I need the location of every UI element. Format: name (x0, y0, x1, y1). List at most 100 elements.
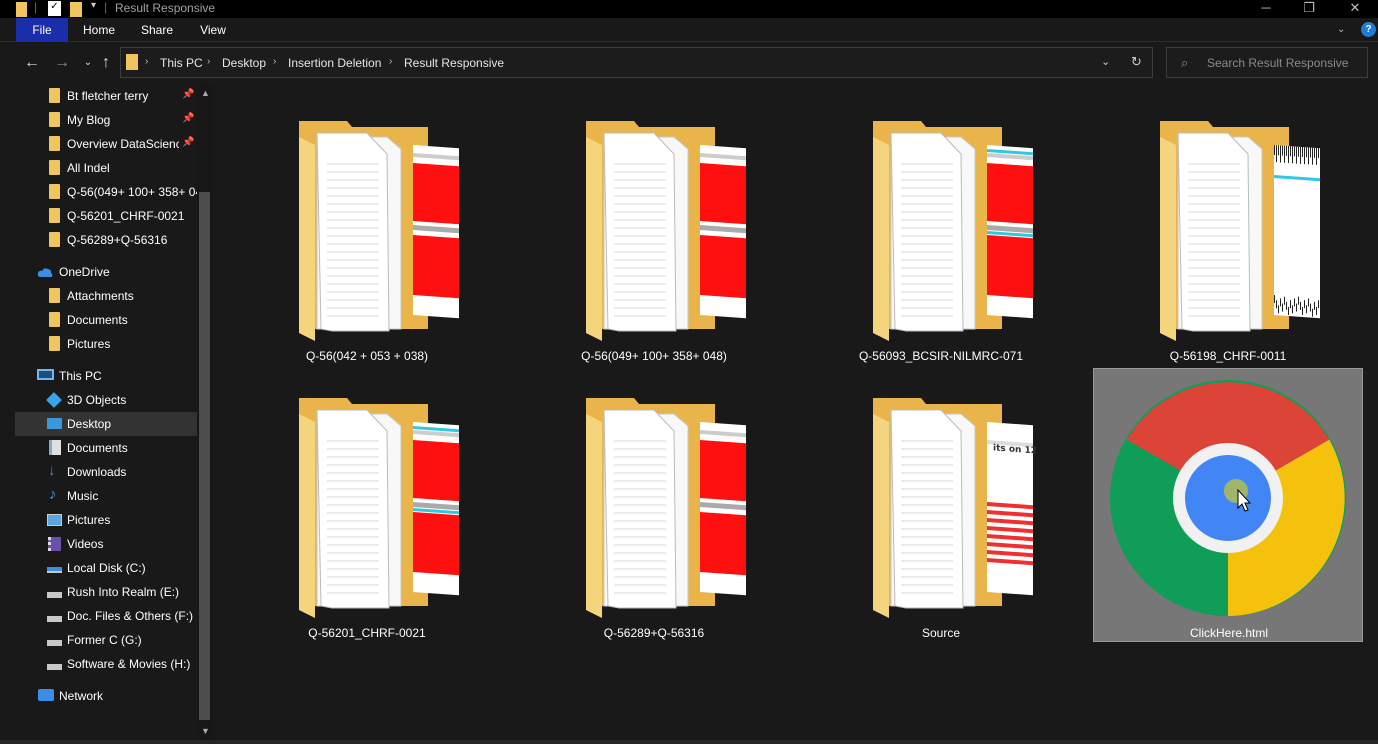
sidebar-item-this-pc[interactable]: This PC (15, 364, 197, 388)
pin-icon: 📌 (182, 137, 195, 148)
sidebar-item-label: Pictures (67, 337, 111, 351)
sidebar-item-3d-objects[interactable]: 3D Objects (15, 388, 197, 412)
expand-ribbon-icon[interactable]: ⌄ (1337, 24, 1345, 35)
sidebar-item-documents[interactable]: Documents (15, 436, 197, 460)
sidebar-item-q56201[interactable]: Q-56201_CHRF-0021 (15, 204, 197, 228)
sidebar-item-drive-e[interactable]: Rush Into Realm (E:) (15, 580, 197, 604)
folder-icon (49, 232, 60, 247)
sidebar-item-onedrive-documents[interactable]: Documents (15, 308, 197, 332)
folder-icon (49, 312, 60, 327)
crumb-result-responsive[interactable]: Result Responsive (404, 56, 504, 70)
sidebar-item-network[interactable]: Network (15, 684, 197, 708)
computer-icon (37, 369, 54, 380)
sidebar-item-overview-datascience[interactable]: Overview DataScience 📌 (15, 132, 197, 156)
search-input[interactable]: ⌕ Search Result Responsive (1166, 47, 1368, 78)
sidebar-item-label: Q-56289+Q-56316 (67, 233, 168, 247)
recent-locations-button[interactable]: ⌄ (78, 53, 98, 73)
ribbon: File Home Share View ⌄ ? (0, 18, 1378, 42)
sidebar-item-label: Documents (67, 441, 128, 455)
chevron-right-icon[interactable]: › (389, 56, 392, 67)
sidebar-item-drive-h[interactable]: Software & Movies (H:) (15, 652, 197, 676)
folder-icon (16, 2, 27, 17)
html-file-item[interactable]: ClickHere.html (1093, 368, 1363, 642)
address-dropdown-icon[interactable]: ⌄ (1101, 55, 1110, 68)
folder-item[interactable]: its on 12 s Source (806, 361, 1076, 640)
folder-item[interactable]: Q-56198_CHRF-0011 (1093, 84, 1363, 363)
refresh-icon[interactable]: ↻ (1131, 54, 1142, 70)
tab-file[interactable]: File (16, 18, 68, 42)
sidebar-item-pictures[interactable]: Pictures (15, 508, 197, 532)
sidebar-item-desktop[interactable]: Desktop (15, 412, 197, 436)
folder-item[interactable]: Q-56(049+ 100+ 358+ 048) (519, 84, 789, 363)
folder-icon (873, 121, 1033, 341)
drive-icon (47, 567, 62, 573)
sidebar-item-my-blog[interactable]: My Blog 📌 (15, 108, 197, 132)
desktop-icon (47, 418, 62, 429)
download-icon: ↓ (48, 462, 56, 479)
tab-view[interactable]: View (192, 18, 234, 42)
sidebar-item-bt-fletcher-terry[interactable]: Bt fletcher terry 📌 (15, 84, 197, 108)
scroll-up-icon[interactable]: ▲ (201, 88, 210, 98)
tab-home[interactable]: Home (78, 18, 120, 42)
customize-toolbar-icon[interactable]: ▾ (91, 0, 96, 15)
folder-icon (49, 336, 60, 351)
sidebar-item-label: My Blog (67, 113, 111, 127)
sidebar-item-local-disk-c[interactable]: Local Disk (C:) (15, 556, 197, 580)
scroll-down-icon[interactable]: ▼ (201, 726, 210, 736)
search-placeholder: Search Result Responsive (1207, 56, 1349, 70)
crumb-desktop[interactable]: Desktop (222, 56, 266, 70)
forward-button[interactable]: → (52, 53, 72, 73)
sidebar-item-label: Documents (67, 313, 128, 327)
chevron-right-icon[interactable]: › (145, 56, 148, 67)
folder-item[interactable]: Q-56(042 + 053 + 038) (232, 84, 502, 363)
sidebar-scrollbar[interactable]: ▲ ▼ (197, 84, 213, 740)
back-button[interactable]: ← (22, 53, 42, 73)
sidebar-item-onedrive[interactable]: OneDrive (15, 260, 197, 284)
new-folder-icon[interactable] (70, 2, 82, 17)
close-button[interactable]: ✕ (1332, 0, 1378, 18)
folder-item[interactable]: Q-56093_BCSIR-NILMRC-071 (806, 84, 1076, 363)
sidebar-item-label: Former C (G:) (67, 633, 142, 647)
crumb-insertion-deletion[interactable]: Insertion Deletion (288, 56, 381, 70)
scrollbar-thumb[interactable] (199, 192, 210, 720)
sidebar-item-label: Q-56201_CHRF-0021 (67, 209, 185, 223)
sidebar-item-music[interactable]: ♪ Music (15, 484, 197, 508)
sidebar-item-label: Local Disk (C:) (67, 561, 146, 575)
chevron-right-icon[interactable]: › (273, 56, 276, 67)
minimize-button[interactable]: ─ (1243, 0, 1289, 18)
sidebar-item-drive-f[interactable]: Doc. Files & Others (F:) (15, 604, 197, 628)
folder-icon (299, 398, 459, 618)
chevron-right-icon[interactable]: › (207, 56, 210, 67)
pictures-icon (47, 514, 62, 526)
folder-icon: its on 12 s (873, 398, 1036, 618)
folder-icon (299, 121, 459, 341)
properties-icon[interactable]: ✓ (48, 1, 61, 16)
sidebar-item-onedrive-pictures[interactable]: Pictures (15, 332, 197, 356)
tab-share[interactable]: Share (136, 18, 178, 42)
item-name: Source (921, 626, 961, 640)
sidebar-item-q56289[interactable]: Q-56289+Q-56316 (15, 228, 197, 252)
sidebar-item-label: OneDrive (59, 265, 110, 279)
folder-icon (49, 88, 60, 103)
folder-icon (126, 54, 138, 70)
help-icon[interactable]: ? (1361, 22, 1376, 37)
item-name: Q-56201_CHRF-0021 (308, 626, 426, 640)
folder-icon (49, 184, 60, 199)
sidebar-item-drive-g[interactable]: Former C (G:) (15, 628, 197, 652)
sidebar-item-attachments[interactable]: Attachments (15, 284, 197, 308)
address-bar[interactable]: › This PC › Desktop › Insertion Deletion… (120, 47, 1153, 78)
drive-icon (47, 640, 62, 646)
sidebar-item-label: Rush Into Realm (E:) (67, 585, 180, 599)
restore-button[interactable]: ❐ (1286, 0, 1332, 18)
sidebar-item-q56-049[interactable]: Q-56(049+ 100+ 358+ 04 (15, 180, 197, 204)
sidebar-item-downloads[interactable]: ↓ Downloads (15, 460, 197, 484)
item-name: Q-56198_CHRF-0011 (1169, 349, 1287, 363)
sidebar-item-all-indel[interactable]: All Indel (15, 156, 197, 180)
up-button[interactable]: ↑ (96, 53, 116, 73)
sidebar-item-videos[interactable]: Videos (15, 532, 197, 556)
folder-item[interactable]: Q-56201_CHRF-0021 (232, 361, 502, 640)
crumb-this-pc[interactable]: This PC (160, 56, 203, 70)
folder-item[interactable]: Q-56289+Q-56316 (519, 361, 789, 640)
sidebar-item-label: This PC (59, 369, 102, 383)
sidebar-item-label: Network (59, 689, 104, 703)
